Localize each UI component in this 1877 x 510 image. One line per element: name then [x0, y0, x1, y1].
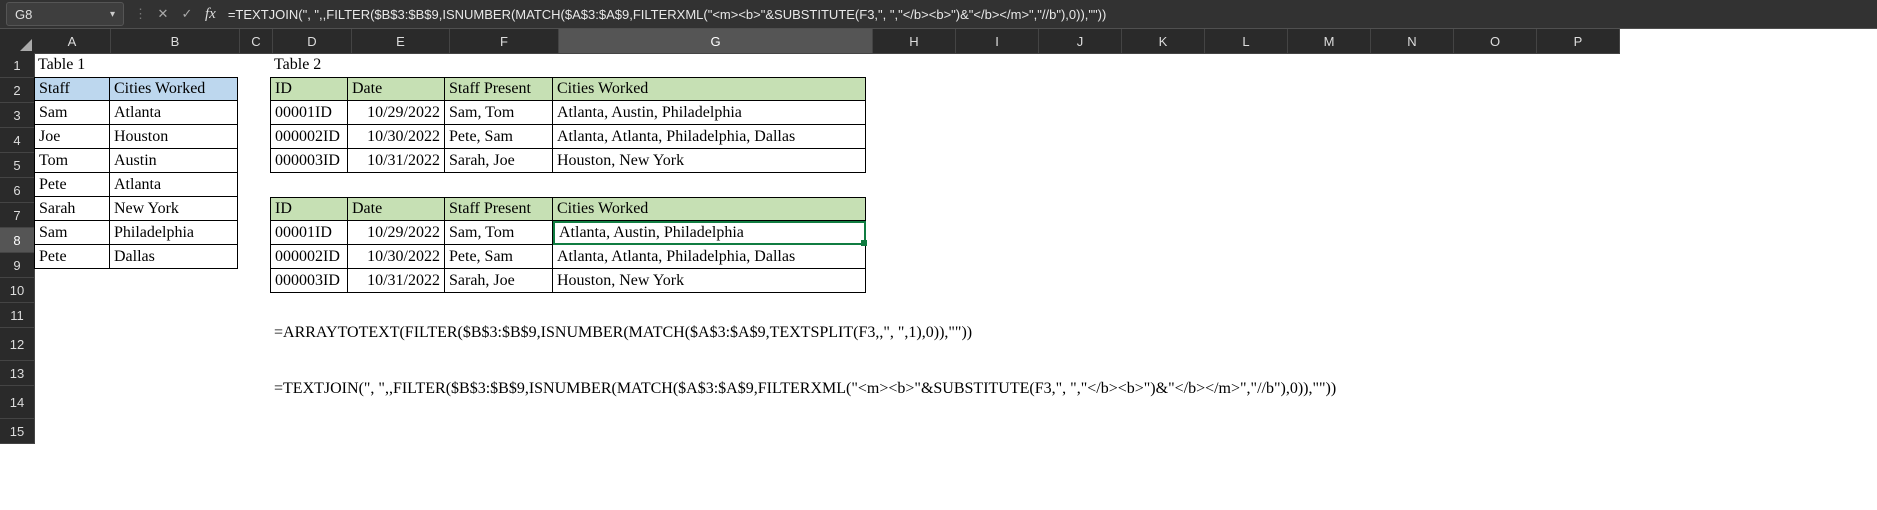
t1-city-1[interactable]: Houston: [110, 125, 238, 149]
t2-cities-2[interactable]: Houston, New York: [553, 149, 866, 173]
t2-date-0[interactable]: 10/29/2022: [348, 101, 445, 125]
row-header-1[interactable]: 1: [0, 53, 35, 78]
t1-staff-4[interactable]: Sarah: [34, 197, 110, 221]
t3-date-2[interactable]: 10/31/2022: [348, 269, 445, 293]
column-header-O[interactable]: O: [1454, 29, 1537, 54]
column-header-D[interactable]: D: [273, 29, 352, 54]
t2-date-1[interactable]: 10/30/2022: [348, 125, 445, 149]
t3-id-0[interactable]: 00001ID: [270, 221, 348, 245]
row-header-3[interactable]: 3: [0, 103, 35, 128]
t1-city-5[interactable]: Philadelphia: [110, 221, 238, 245]
column-headers: ABCDEFGHIJKLMNOP: [34, 29, 1620, 53]
row-header-4[interactable]: 4: [0, 128, 35, 153]
row-headers: 123456789101112131415: [0, 53, 34, 444]
confirm-icon[interactable]: ✓: [175, 6, 199, 22]
formula-text-12[interactable]: =ARRAYTOTEXT(FILTER($B$3:$B$9,ISNUMBER(M…: [270, 317, 1604, 349]
column-header-N[interactable]: N: [1371, 29, 1454, 54]
label-table2[interactable]: Table 2: [270, 53, 348, 77]
column-header-A[interactable]: A: [34, 29, 111, 54]
t1-staff-5[interactable]: Sam: [34, 221, 110, 245]
fx-icon[interactable]: fx: [199, 6, 222, 23]
column-header-I[interactable]: I: [956, 29, 1039, 54]
t1-city-6[interactable]: Dallas: [110, 245, 238, 269]
t2-cities-0[interactable]: Atlanta, Austin, Philadelphia: [553, 101, 866, 125]
t2-staff-2[interactable]: Sarah, Joe: [445, 149, 553, 173]
column-header-B[interactable]: B: [111, 29, 240, 54]
t2-header-id[interactable]: ID: [270, 77, 348, 101]
chevron-down-icon[interactable]: ▾: [110, 9, 115, 20]
t3-cities-1[interactable]: Atlanta, Atlanta, Philadelphia, Dallas: [553, 245, 866, 269]
column-header-K[interactable]: K: [1122, 29, 1205, 54]
formula-text-14[interactable]: =TEXTJOIN(", ",,FILTER($B$3:$B$9,ISNUMBE…: [270, 373, 1604, 405]
t3-header-staff[interactable]: Staff Present: [445, 197, 553, 221]
select-all-corner[interactable]: [0, 29, 35, 54]
row-header-12[interactable]: 12: [0, 328, 35, 361]
row-header-9[interactable]: 9: [0, 253, 35, 278]
column-header-M[interactable]: M: [1288, 29, 1371, 54]
column-header-J[interactable]: J: [1039, 29, 1122, 54]
t1-city-0[interactable]: Atlanta: [110, 101, 238, 125]
row-header-5[interactable]: 5: [0, 153, 35, 178]
t2-id-0[interactable]: 00001ID: [270, 101, 348, 125]
t3-staff-1[interactable]: Pete, Sam: [445, 245, 553, 269]
name-box-value: G8: [15, 7, 32, 22]
row-header-15[interactable]: 15: [0, 419, 35, 444]
t2-staff-1[interactable]: Pete, Sam: [445, 125, 553, 149]
t3-date-1[interactable]: 10/30/2022: [348, 245, 445, 269]
formula-bar: G8 ▾ ⋮ ✕ ✓ fx: [0, 0, 1877, 29]
t2-date-2[interactable]: 10/31/2022: [348, 149, 445, 173]
column-header-C[interactable]: C: [240, 29, 273, 54]
row-header-6[interactable]: 6: [0, 178, 35, 203]
row-header-13[interactable]: 13: [0, 361, 35, 386]
t2-header-date[interactable]: Date: [348, 77, 445, 101]
t3-header-id[interactable]: ID: [270, 197, 348, 221]
formula-input[interactable]: [222, 6, 1877, 23]
row-header-2[interactable]: 2: [0, 78, 35, 103]
row-header-10[interactable]: 10: [0, 278, 35, 303]
t1-staff-6[interactable]: Pete: [34, 245, 110, 269]
column-header-F[interactable]: F: [450, 29, 559, 54]
divider: ⋮: [130, 6, 151, 22]
column-header-G[interactable]: G: [559, 29, 873, 54]
fill-handle[interactable]: [861, 240, 867, 246]
t1-city-4[interactable]: New York: [110, 197, 238, 221]
t1-staff-1[interactable]: Joe: [34, 125, 110, 149]
row-header-7[interactable]: 7: [0, 203, 35, 228]
t1-staff-3[interactable]: Pete: [34, 173, 110, 197]
t2-staff-0[interactable]: Sam, Tom: [445, 101, 553, 125]
t3-header-cities[interactable]: Cities Worked: [553, 197, 866, 221]
t3-cities-0[interactable]: Atlanta, Austin, Philadelphia: [553, 221, 866, 245]
cancel-icon[interactable]: ✕: [151, 6, 175, 22]
t1-city-2[interactable]: Austin: [110, 149, 238, 173]
spreadsheet-grid[interactable]: ABCDEFGHIJKLMNOP 123456789101112131415 T…: [0, 29, 1877, 510]
row-header-14[interactable]: 14: [0, 386, 35, 419]
t2-header-cities[interactable]: Cities Worked: [553, 77, 866, 101]
t1-header-cities[interactable]: Cities Worked: [110, 77, 238, 101]
t3-header-date[interactable]: Date: [348, 197, 445, 221]
t3-staff-0[interactable]: Sam, Tom: [445, 221, 553, 245]
label-table1[interactable]: Table 1: [34, 53, 110, 77]
t1-staff-0[interactable]: Sam: [34, 101, 110, 125]
name-box[interactable]: G8 ▾: [6, 2, 124, 26]
t2-cities-1[interactable]: Atlanta, Atlanta, Philadelphia, Dallas: [553, 125, 866, 149]
row-header-11[interactable]: 11: [0, 303, 35, 328]
t2-id-2[interactable]: 000003ID: [270, 149, 348, 173]
t3-id-1[interactable]: 000002ID: [270, 245, 348, 269]
t2-id-1[interactable]: 000002ID: [270, 125, 348, 149]
t3-staff-2[interactable]: Sarah, Joe: [445, 269, 553, 293]
row-header-8[interactable]: 8: [0, 228, 35, 253]
t2-header-staff[interactable]: Staff Present: [445, 77, 553, 101]
t1-header-staff[interactable]: Staff: [34, 77, 110, 101]
t1-staff-2[interactable]: Tom: [34, 149, 110, 173]
select-all-triangle-icon: [20, 39, 32, 51]
t3-date-0[interactable]: 10/29/2022: [348, 221, 445, 245]
column-header-H[interactable]: H: [873, 29, 956, 54]
column-header-P[interactable]: P: [1537, 29, 1620, 54]
t1-city-3[interactable]: Atlanta: [110, 173, 238, 197]
t3-id-2[interactable]: 000003ID: [270, 269, 348, 293]
column-header-L[interactable]: L: [1205, 29, 1288, 54]
column-header-E[interactable]: E: [352, 29, 450, 54]
t3-cities-2[interactable]: Houston, New York: [553, 269, 866, 293]
